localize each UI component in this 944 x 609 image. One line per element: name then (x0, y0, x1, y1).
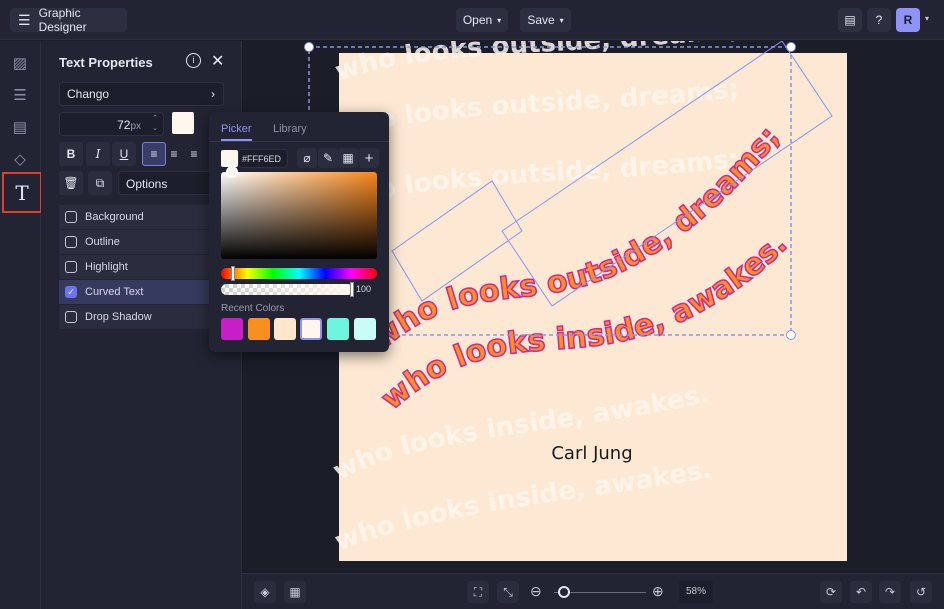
color-picker-popup: Picker Library #FFF6ED ⌀ ✎ ▦ + 100 Recen… (209, 112, 389, 352)
hex-input[interactable]: #FFF6ED (238, 149, 288, 168)
recent-color-swatch[interactable] (274, 318, 296, 340)
underline-button[interactable]: U (112, 142, 136, 166)
stepper-icon[interactable]: ⌃ ⌄ (152, 114, 158, 134)
bottom-toolbar: ◈ ▦ ⛶ ⤡ ⊖ ⊕ 58% ⟳ ↶ ↷ ↺ (242, 573, 944, 609)
checkbox-label: Curved Text (85, 286, 144, 298)
checkbox-outline[interactable]: Outline (59, 230, 209, 254)
checkbox-label: Highlight (85, 261, 128, 273)
zoom-slider-handle[interactable] (558, 586, 570, 598)
checkbox-icon (65, 236, 77, 248)
recent-colors-label: Recent Colors (221, 303, 285, 314)
chevron-right-icon: › (211, 87, 215, 101)
grid-view-icon[interactable]: ▦ (284, 581, 306, 603)
image-icon[interactable]: ▨ (8, 51, 32, 75)
hex-value: #FFF6ED (242, 154, 282, 164)
tab-library[interactable]: Library (273, 123, 307, 135)
duplicate-icon: ⧉ (95, 175, 105, 190)
layers-icon[interactable]: ◈ (254, 581, 276, 603)
save-button[interactable]: Save ▾ (520, 8, 571, 32)
checkbox-label: Background (85, 211, 144, 223)
shapes-icon[interactable]: ◇ (8, 147, 32, 171)
history-icon[interactable]: ↺ (910, 581, 932, 603)
add-color-icon[interactable]: + (359, 148, 379, 168)
top-bar: ☰ Graphic Designer Open ▾ Save ▾ ▤ ? R ▾ (0, 0, 944, 40)
app-title: Graphic Designer (38, 6, 87, 34)
undo-icon[interactable]: ↶ (850, 581, 872, 603)
recent-color-swatch[interactable] (327, 318, 349, 340)
opacity-handle[interactable] (350, 282, 354, 297)
recent-color-swatch[interactable] (354, 318, 376, 340)
checkbox-checked-icon: ✓ (65, 286, 77, 298)
recent-color-swatch[interactable] (248, 318, 270, 340)
avatar[interactable]: R (896, 8, 920, 32)
grid-icon[interactable]: ▦ (338, 148, 358, 168)
recent-color-swatch[interactable] (221, 318, 243, 340)
chevron-down-icon: ▾ (559, 15, 564, 25)
actual-size-icon[interactable]: ⤡ (497, 581, 519, 603)
eyedropper-icon[interactable]: ✎ (318, 148, 338, 168)
save-label: Save (527, 13, 555, 27)
font-size-input[interactable]: 72px ⌃ ⌄ (59, 112, 164, 136)
saturation-handle[interactable] (226, 166, 238, 178)
align-right-button[interactable]: ≡ (182, 142, 206, 166)
resize-handle[interactable] (786, 330, 796, 340)
fit-screen-icon[interactable]: ⛶ (467, 581, 489, 603)
checkbox-curved-text[interactable]: ✓ Curved Text (59, 280, 209, 304)
adjustments-icon[interactable]: ☰ (8, 83, 32, 107)
current-color-swatch (221, 150, 238, 167)
hue-slider[interactable] (221, 268, 377, 279)
checkbox-background[interactable]: Background (59, 205, 209, 229)
menu-button[interactable]: ☰ Graphic Designer (10, 6, 127, 34)
open-button[interactable]: Open ▾ (456, 8, 508, 32)
open-label: Open (462, 13, 493, 27)
tab-picker[interactable]: Picker (221, 123, 252, 141)
delete-button[interactable]: 🗑 (59, 171, 83, 195)
checkbox-drop-shadow[interactable]: Drop Shadow (59, 305, 209, 329)
options-label: Options (126, 177, 168, 191)
opacity-slider[interactable] (221, 284, 353, 295)
font-size-value: 72 (117, 118, 131, 132)
zoom-out-icon[interactable]: ⊖ (530, 583, 542, 600)
duplicate-button[interactable]: ⧉ (88, 171, 112, 195)
close-icon[interactable]: ✕ (211, 51, 224, 71)
info-icon[interactable]: i (186, 53, 201, 68)
author-text[interactable]: Carl Jung (551, 443, 632, 464)
checkbox-label: Drop Shadow (85, 311, 152, 323)
zoom-in-icon[interactable]: ⊕ (652, 583, 664, 600)
comments-icon[interactable]: ▤ (838, 8, 862, 32)
chevron-down-icon[interactable]: ▾ (925, 14, 929, 23)
hamburger-icon: ☰ (18, 11, 31, 28)
redo-icon[interactable]: ↷ (879, 581, 901, 603)
checkbox-icon (65, 311, 77, 323)
zoom-level[interactable]: 58% (679, 581, 713, 603)
resize-handle[interactable] (304, 42, 314, 52)
refresh-icon[interactable]: ⟳ (820, 581, 842, 603)
recent-color-swatch[interactable] (300, 318, 322, 340)
text-icon: T (15, 180, 29, 205)
text-tool-button[interactable]: T (2, 172, 42, 213)
checkbox-highlight[interactable]: Highlight (59, 255, 209, 279)
text-color-swatch[interactable] (172, 112, 194, 134)
trash-icon: 🗑 (63, 176, 79, 190)
font-select[interactable]: Chango › (59, 82, 224, 106)
chevron-down-icon: ▾ (497, 15, 502, 25)
font-size-unit: px (130, 121, 141, 132)
no-color-icon[interactable]: ⌀ (297, 148, 317, 168)
bold-button[interactable]: B (59, 142, 83, 166)
help-icon[interactable]: ? (867, 8, 891, 32)
checkbox-icon (65, 211, 77, 223)
italic-button[interactable]: I (86, 142, 110, 166)
tool-rail: ▨ ☰ ▤ ◇ T (0, 41, 42, 609)
panel-title: Text Properties (59, 55, 153, 70)
checkbox-label: Outline (85, 236, 120, 248)
checkbox-icon (65, 261, 77, 273)
options-dropdown[interactable]: Options (118, 171, 213, 195)
font-name: Chango (67, 87, 110, 101)
hue-handle[interactable] (231, 266, 235, 281)
saturation-area[interactable] (221, 172, 377, 259)
opacity-value[interactable]: 100 (356, 284, 371, 294)
layout-icon[interactable]: ▤ (8, 115, 32, 139)
